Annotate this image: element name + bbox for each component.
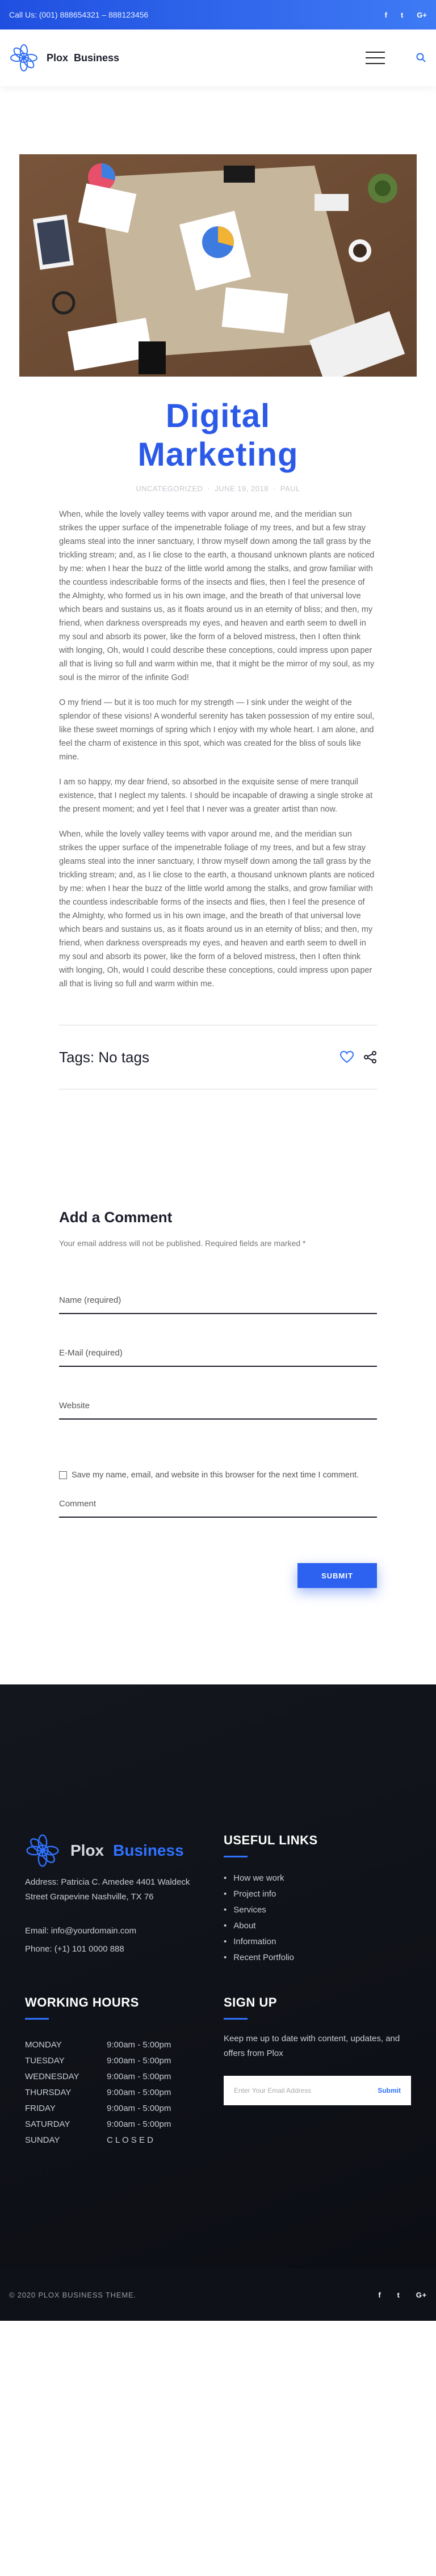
search-icon[interactable] (416, 52, 427, 64)
flower-logo-icon (26, 1834, 59, 1867)
comment-title: Add a Comment (59, 1209, 173, 1226)
signup-heading: SIGN UP (224, 1995, 277, 2020)
footer-brand-first: Plox (70, 1842, 104, 1859)
post-date[interactable]: JUNE 19, 2018 (215, 484, 269, 493)
comment-form: Add a Comment Your email address will no… (0, 1209, 436, 1588)
footer-link[interactable]: About (224, 1918, 294, 1934)
comment-note: Your email address will not be published… (59, 1239, 306, 1248)
call-us-text: Call Us: (001) 888654321 – 888123456 (9, 10, 149, 19)
working-hours-list: MONDAY 9:00am - 5:00pm TUESDAY 9:00am - 5:… (25, 2037, 195, 2148)
footer-phone[interactable]: Phone: (+1) 101 0000 888 (25, 1944, 124, 1954)
footer-email[interactable]: Email: info@yourdomain.com (25, 1926, 136, 1936)
footer-bottom-bar: © 2020 PLOX BUSINESS THEME. f t G+ (0, 2269, 436, 2321)
google-plus-icon[interactable]: G+ (417, 11, 427, 19)
paragraph: When, while the lovely valley teems with… (59, 510, 375, 682)
twitter-icon[interactable]: t (401, 11, 403, 19)
save-info-row: Save my name, email, and website in this… (59, 1468, 377, 1482)
paragraph: O my friend — but it is too much for my … (59, 698, 375, 762)
hours-row: WEDNESDAY 9:00am - 5:00pm (25, 2072, 171, 2081)
paragraph: When, while the lovely valley teems with… (59, 830, 375, 989)
paragraph: I am so happy, my dear friend, so absorb… (59, 778, 373, 814)
footer-link[interactable]: Recent Portfolio (224, 1950, 294, 1966)
submit-button[interactable]: SUBMIT (297, 1563, 377, 1588)
working-hours-heading: WORKING HOURS (25, 1995, 139, 2020)
footer-address: Address: Patricia C. Amedee 4401 Waldeck… (25, 1877, 190, 1902)
copyright-text: © 2020 PLOX BUSINESS THEME. (9, 2290, 136, 2299)
post-title: Digital Marketing (137, 398, 299, 473)
save-info-checkbox[interactable] (59, 1471, 67, 1479)
brand-second: Business (74, 52, 120, 64)
brand-first: Plox (47, 52, 69, 64)
signup-submit-button[interactable]: Submit (378, 2087, 401, 2094)
hours-row: FRIDAY 9:00am - 5:00pm (25, 2104, 171, 2113)
signup-form: Enter Your Email Address Submit (224, 2076, 411, 2105)
post-content: When, while the lovely valley teems with… (0, 508, 436, 991)
facebook-icon[interactable]: f (385, 11, 387, 19)
hours-row: TUESDAY 9:00am - 5:00pm (25, 2056, 171, 2066)
useful-links-list: How we work Project info Services About … (224, 1870, 294, 1966)
hours-row: SUNDAY C L O S E D (25, 2135, 153, 2145)
post-author[interactable]: PAUL (280, 484, 300, 493)
name-field[interactable]: Name (required) (59, 1295, 377, 1314)
footer-brand[interactable]: Plox Business (25, 1833, 184, 1868)
tags-row: Tags: No tags (59, 1025, 377, 1089)
flower-logo-icon (10, 44, 37, 71)
google-plus-icon[interactable]: G+ (416, 2291, 427, 2299)
footer-link[interactable]: Services (224, 1902, 294, 1918)
top-bar: Call Us: (001) 888654321 – 888123456 f t… (0, 0, 436, 29)
hours-row: MONDAY 9:00am - 5:00pm (25, 2040, 171, 2050)
footer-link[interactable]: Information (224, 1934, 294, 1950)
signup-email-input[interactable]: Enter Your Email Address (234, 2087, 311, 2094)
signup-text: Keep me up to date with content, updates… (224, 2034, 400, 2058)
hours-row: THURSDAY 9:00am - 5:00pm (25, 2088, 171, 2097)
heart-icon[interactable] (339, 1050, 354, 1064)
website-field[interactable]: Website (59, 1401, 377, 1420)
facebook-icon[interactable]: f (378, 2291, 381, 2299)
comment-field[interactable]: Comment (59, 1499, 377, 1518)
footer-link[interactable]: Project info (224, 1886, 294, 1902)
useful-links-heading: USEFUL LINKS (224, 1833, 318, 1857)
hours-row: SATURDAY 9:00am - 5:00pm (25, 2119, 171, 2129)
top-social-links: f t G+ (385, 11, 427, 19)
site-header: Plox Business (0, 29, 436, 86)
post-category[interactable]: UNCATEGORIZED (136, 484, 203, 493)
email-field[interactable]: E-Mail (required) (59, 1348, 377, 1367)
featured-image (19, 154, 417, 377)
hamburger-menu-icon[interactable] (366, 52, 385, 64)
share-icon[interactable] (363, 1050, 377, 1064)
brand-logo[interactable]: Plox Business (9, 43, 119, 73)
save-info-label: Save my name, email, and website in this… (72, 1471, 359, 1480)
footer-brand-second: Business (113, 1842, 184, 1859)
twitter-icon[interactable]: t (397, 2291, 400, 2299)
footer-social-links: f t G+ (378, 2291, 427, 2299)
footer-link[interactable]: How we work (224, 1870, 294, 1886)
desk-photo-illustration (19, 154, 417, 377)
site-footer: Plox Business Address: Patricia C. Amedee… (0, 1684, 436, 2321)
post-meta: UNCATEGORIZED · JUNE 19, 2018 · PAUL (136, 484, 300, 493)
tags-label: Tags: No tags (59, 1048, 149, 1066)
